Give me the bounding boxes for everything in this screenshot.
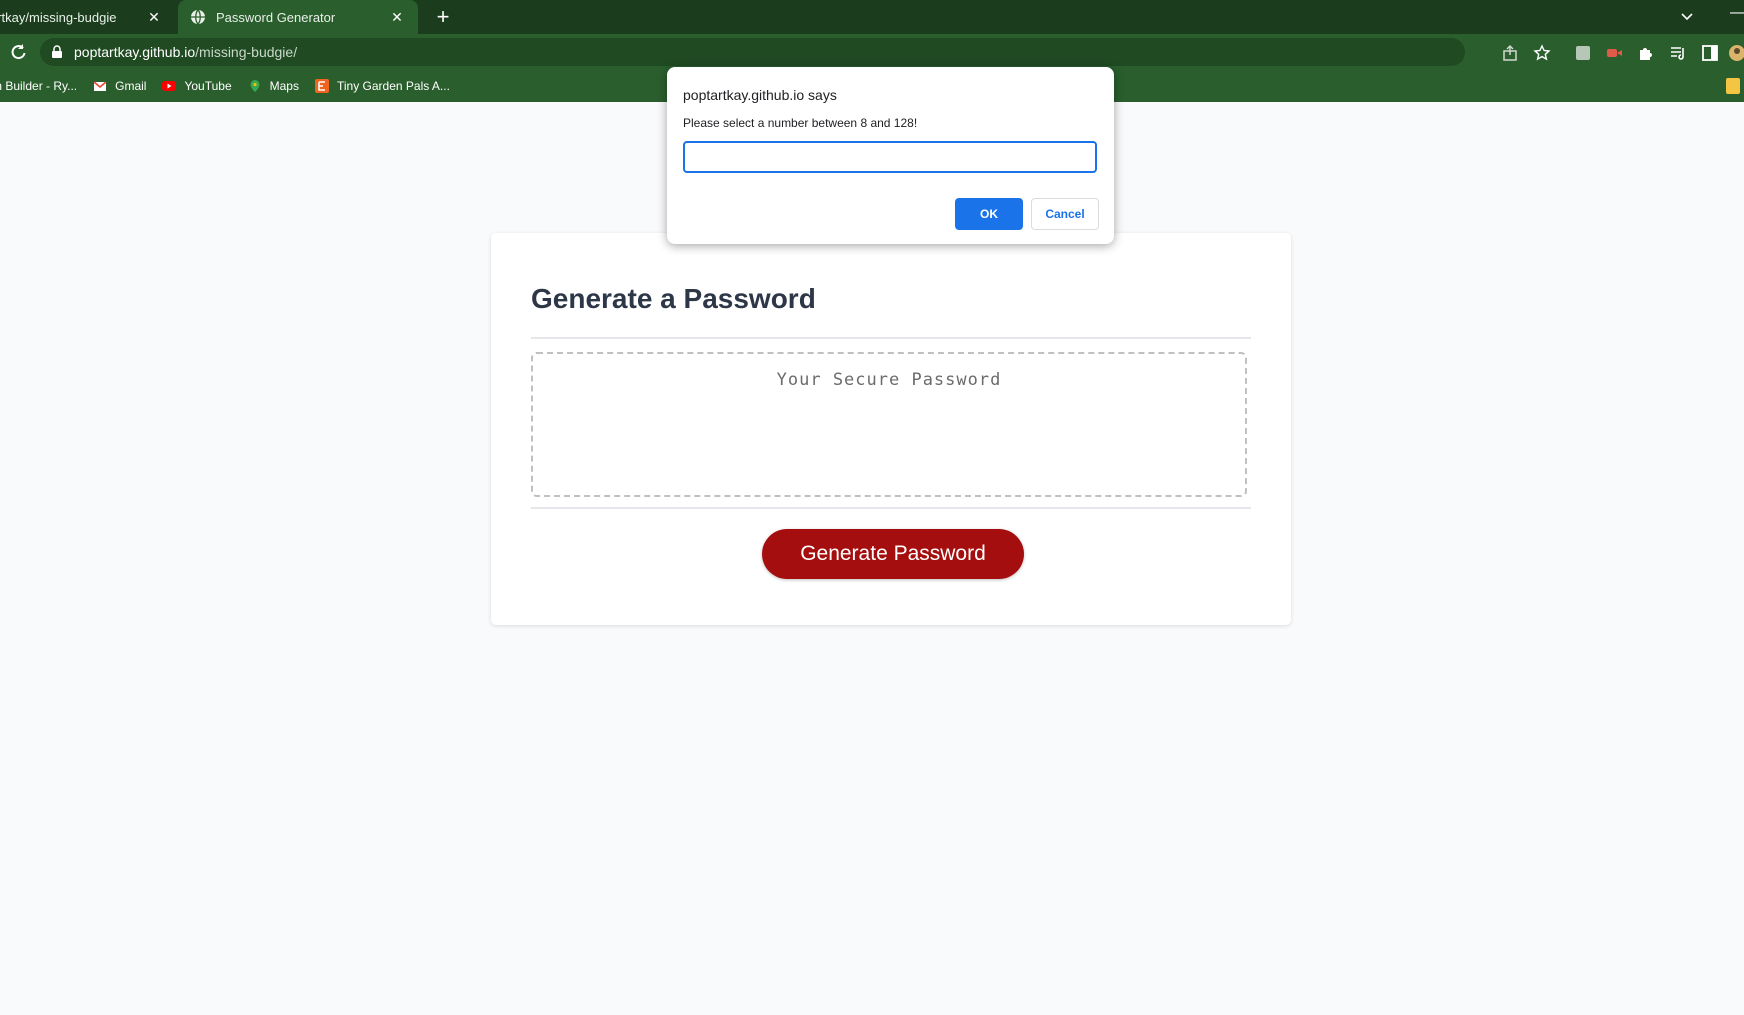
bookmark-label: Tiny Garden Pals A... <box>336 79 450 93</box>
reading-list-icon[interactable] <box>1669 44 1687 62</box>
bookmark-label: m Builder - Ry... <box>0 79 78 93</box>
bookmark-maps[interactable]: Maps <box>248 79 299 93</box>
bookmark-gmail[interactable]: Gmail <box>93 79 146 93</box>
tab-title: Password Generator <box>216 9 336 25</box>
tab-missing-budgie[interactable]: artkay/missing-budgie ✕ <box>0 0 175 34</box>
bookmark-label: Gmail <box>115 79 147 93</box>
lock-icon[interactable] <box>50 45 64 59</box>
header-divider <box>531 337 1251 339</box>
youtube-icon <box>162 81 177 91</box>
url-host: poptartkay.github.io <box>74 44 196 60</box>
extension-record-icon[interactable] <box>1605 44 1623 62</box>
prompt-dialog: poptartkay.github.io says Please select … <box>667 67 1114 244</box>
close-tab-icon[interactable]: ✕ <box>388 8 406 26</box>
bookmark-star-icon[interactable] <box>1533 44 1551 62</box>
password-card: Generate a Password Generate Password <box>491 233 1291 625</box>
tab-strip: artkay/missing-budgie ✕ Password Generat… <box>0 0 1744 34</box>
tab-password-generator[interactable]: Password Generator ✕ <box>178 0 418 34</box>
dialog-origin: poptartkay.github.io says <box>683 87 837 103</box>
new-tab-button[interactable]: + <box>432 6 454 28</box>
etsy-icon <box>314 79 329 93</box>
folder-icon[interactable] <box>1726 78 1740 94</box>
reload-icon[interactable] <box>8 42 28 62</box>
url-text: poptartkay.github.io/missing-budgie/ <box>74 44 297 60</box>
page-title: Generate a Password <box>531 283 816 314</box>
close-tab-icon[interactable]: ✕ <box>145 8 163 26</box>
side-panel-icon[interactable] <box>1701 44 1719 62</box>
bookmark-tiny-garden-pals[interactable]: Tiny Garden Pals A... <box>314 79 450 93</box>
url-path: /missing-budgie/ <box>195 44 298 60</box>
cancel-button[interactable]: Cancel <box>1031 198 1099 230</box>
share-icon[interactable] <box>1501 44 1519 62</box>
generate-password-button[interactable]: Generate Password <box>762 529 1024 579</box>
ok-button[interactable]: OK <box>955 198 1023 230</box>
profile-avatar[interactable] <box>1728 44 1744 62</box>
browser-toolbar: poptartkay.github.io/missing-budgie/ <box>0 34 1744 70</box>
bookmark-label: YouTube <box>184 79 232 93</box>
address-bar[interactable]: poptartkay.github.io/missing-budgie/ <box>40 38 1465 66</box>
extension-translate-icon[interactable] <box>1574 44 1592 62</box>
extensions-puzzle-icon[interactable] <box>1637 44 1655 62</box>
bookmark-builder[interactable]: m Builder - Ry... <box>0 79 77 93</box>
tab-search-chevron-icon[interactable] <box>1678 8 1696 26</box>
gmail-icon <box>93 81 107 91</box>
prompt-input[interactable] <box>683 141 1097 173</box>
footer-divider <box>531 507 1251 509</box>
bookmark-label: Maps <box>269 79 299 93</box>
dialog-message: Please select a number between 8 and 128… <box>683 116 918 130</box>
password-output[interactable] <box>531 352 1247 497</box>
tab-title: artkay/missing-budgie <box>0 9 117 25</box>
bookmark-youtube[interactable]: YouTube <box>162 79 232 93</box>
maps-icon <box>250 80 260 92</box>
minimize-icon[interactable]: — <box>1730 4 1744 24</box>
globe-icon <box>191 9 205 25</box>
